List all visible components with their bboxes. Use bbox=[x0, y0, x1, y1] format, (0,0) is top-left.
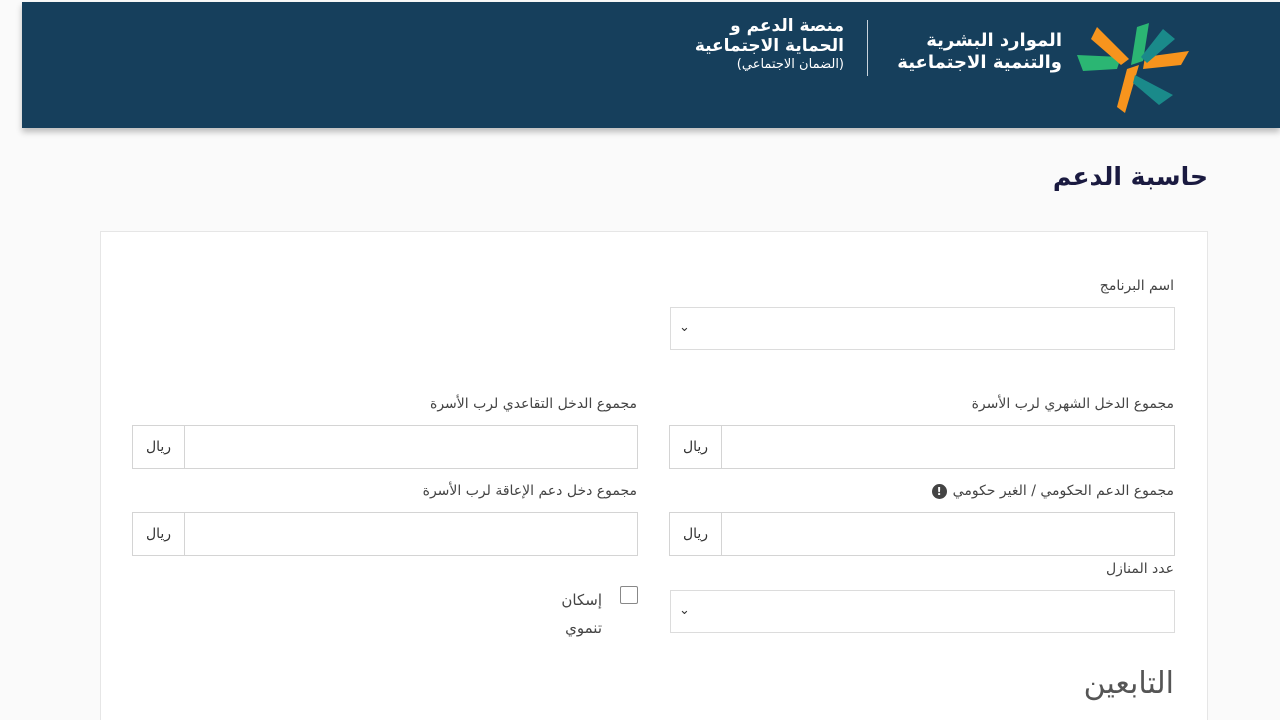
ministry-name-line1: الموارد البشرية bbox=[926, 30, 1062, 51]
gov-support-input[interactable] bbox=[722, 513, 1174, 555]
calculator-card bbox=[100, 231, 1208, 720]
disability-income-field: ريال bbox=[132, 512, 638, 556]
gov-support-label: مجموع الدعم الحكومي / الغير حكومي! bbox=[931, 483, 1174, 499]
dev-housing-label: إسكان تنموي bbox=[540, 586, 602, 642]
platform-name-line2: الحماية الاجتماعية bbox=[694, 36, 844, 56]
retirement-income-label: مجموع الدخل التقاعدي لرب الأسرة bbox=[430, 396, 637, 412]
currency-addon: ريال bbox=[133, 513, 185, 555]
platform-name: منصة الدعم و الحماية الاجتماعية (الضمان … bbox=[662, 16, 844, 74]
disability-income-label: مجموع دخل دعم الإعاقة لرب الأسرة bbox=[422, 483, 637, 499]
top-header: الموارد البشرية والتنمية الاجتماعية منصة… bbox=[22, 2, 1280, 128]
gov-support-label-text: مجموع الدعم الحكومي / الغير حكومي bbox=[952, 483, 1174, 499]
retirement-income-input[interactable] bbox=[185, 426, 637, 468]
program-name-select[interactable]: ⌄ bbox=[670, 307, 1175, 350]
currency-addon: ريال bbox=[670, 426, 722, 468]
ministry-name-line2: والتنمية الاجتماعية bbox=[897, 52, 1062, 73]
chevron-down-icon: ⌄ bbox=[679, 320, 690, 335]
monthly-income-field: ريال bbox=[669, 425, 1175, 469]
gov-support-field: ريال bbox=[669, 512, 1175, 556]
chevron-down-icon: ⌄ bbox=[679, 603, 690, 618]
program-name-label: اسم البرنامج bbox=[1099, 278, 1174, 294]
retirement-income-field: ريال bbox=[132, 425, 638, 469]
dev-housing-checkbox[interactable] bbox=[620, 586, 638, 604]
page-title: حاسبة الدعم bbox=[1052, 162, 1208, 191]
disability-income-input[interactable] bbox=[185, 513, 637, 555]
currency-addon: ريال bbox=[133, 426, 185, 468]
dev-housing-label-line1: إسكان bbox=[561, 591, 602, 609]
platform-name-line1: منصة الدعم و bbox=[730, 16, 844, 36]
monthly-income-label: مجموع الدخل الشهري لرب الأسرة bbox=[971, 396, 1174, 412]
houses-count-label: عدد المنازل bbox=[1105, 561, 1174, 577]
info-icon[interactable]: ! bbox=[931, 483, 947, 499]
platform-name-line3: (الضمان الاجتماعي) bbox=[736, 57, 844, 72]
ministry-name: الموارد البشرية والتنمية الاجتماعية bbox=[892, 30, 1062, 74]
dependents-section-title: التابعين bbox=[1083, 666, 1174, 701]
houses-count-select[interactable]: ⌄ bbox=[670, 590, 1175, 633]
ministry-logo-icon bbox=[1077, 23, 1189, 113]
dev-housing-label-line2: تنموي bbox=[565, 619, 602, 637]
header-divider bbox=[867, 20, 868, 76]
monthly-income-input[interactable] bbox=[722, 426, 1174, 468]
currency-addon: ريال bbox=[670, 513, 722, 555]
